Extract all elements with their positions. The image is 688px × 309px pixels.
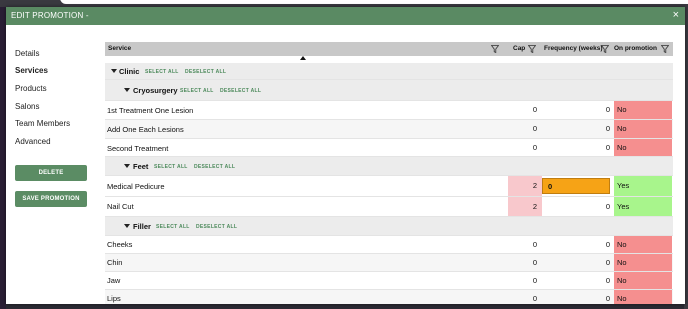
on-promotion-cell[interactable]: No [614,139,672,156]
chevron-down-icon[interactable] [124,88,130,92]
services-grid: Service Cap Frequency (weeks) On promoti… [105,32,673,304]
table-row[interactable]: Lips 0 0 No [105,290,673,304]
on-promotion-filter-icon[interactable] [661,45,669,53]
cap-cell[interactable]: 0 [508,290,542,304]
service-name: Chin [107,258,123,267]
save-promotion-button[interactable]: SAVE PROMOTION [15,191,87,207]
service-name: Jaw [107,276,121,285]
column-header-service[interactable]: Service [108,42,131,56]
service-name: Medical Pedicure [107,182,165,191]
on-promotion-cell[interactable]: No [614,236,672,253]
service-name: Cheeks [107,240,133,249]
cap-cell[interactable]: 0 [508,120,542,138]
frequency-input-value: 0 [548,182,553,191]
column-header-frequency[interactable]: Frequency (weeks) [544,42,603,56]
sort-ascending-icon[interactable] [300,56,306,60]
column-header-cap[interactable]: Cap [513,42,525,56]
frequency-cell[interactable]: 0 [542,197,614,216]
select-all-link[interactable]: SELECT ALL [154,164,188,170]
select-all-link[interactable]: SELECT ALL [156,224,190,230]
table-row[interactable]: Cheeks 0 0 No [105,236,673,254]
on-promotion-cell[interactable]: No [614,290,672,304]
group-name: Cryosurgery [133,86,178,95]
cap-cell[interactable]: 0 [508,139,542,156]
frequency-cell[interactable]: 0 [542,236,614,253]
frequency-cell[interactable]: 0 [542,101,614,119]
edit-promotion-dialog: EDIT PROMOTION - × Details Services Prod… [6,7,685,304]
group-name: Clinic [119,67,140,76]
chevron-down-icon[interactable] [124,164,130,168]
close-icon[interactable]: × [673,9,679,21]
chevron-down-icon[interactable] [111,69,117,73]
service-name: Add One Each Lesions [107,125,184,134]
sidebar-item-services[interactable]: Services [15,66,48,75]
on-promotion-cell[interactable]: No [614,254,672,271]
sidebar-item-advanced[interactable]: Advanced [15,137,51,146]
dialog-titlebar: EDIT PROMOTION - × [6,7,685,25]
address-bar-edge [60,0,688,4]
service-name: Lips [107,294,121,303]
on-promotion-cell[interactable]: Yes [614,176,672,196]
group-row-feet[interactable]: Feet SELECT ALL DESELECT ALL [105,157,673,176]
table-row[interactable]: Medical Pedicure 2 0 Yes [105,176,673,197]
group-row-cryosurgery[interactable]: Cryosurgery SELECT ALL DESELECT ALL [105,80,673,101]
group-name: Feet [133,162,149,171]
sidebar-item-team-members[interactable]: Team Members [15,119,70,128]
on-promotion-cell[interactable]: No [614,272,672,289]
chevron-down-icon[interactable] [124,224,130,228]
frequency-filter-icon[interactable] [601,45,609,53]
deselect-all-link[interactable]: DESELECT ALL [220,88,261,94]
frequency-cell[interactable]: 0 [542,272,614,289]
frequency-cell[interactable]: 0 [542,290,614,304]
table-row[interactable]: Nail Cut 2 0 Yes [105,197,673,217]
dialog-title: EDIT PROMOTION - [11,11,89,20]
cap-cell[interactable]: 0 [508,236,542,253]
sidebar-item-details[interactable]: Details [15,49,39,58]
delete-button[interactable]: DELETE [15,165,87,181]
service-name: 1st Treatment One Lesion [107,106,194,115]
frequency-cell[interactable]: 0 [542,120,614,138]
cap-filter-icon[interactable] [528,45,536,53]
sidebar-item-salons[interactable]: Salons [15,102,39,111]
browser-chrome [0,0,688,7]
service-name: Nail Cut [107,202,134,211]
on-promotion-cell[interactable]: No [614,101,672,119]
cap-cell[interactable]: 2 [508,176,542,196]
table-row[interactable]: 1st Treatment One Lesion 0 0 No [105,101,673,120]
cap-cell[interactable]: 0 [508,272,542,289]
on-promotion-cell[interactable]: Yes [614,197,672,216]
service-filter-icon[interactable] [491,45,499,53]
table-row[interactable]: Chin 0 0 No [105,254,673,272]
table-row[interactable]: Second Treatment 0 0 No [105,139,673,157]
deselect-all-link[interactable]: DESELECT ALL [196,224,237,230]
deselect-all-link[interactable]: DESELECT ALL [194,164,235,170]
column-header-on-promotion[interactable]: On promotion [614,42,657,56]
sidebar: Details Services Products Salons Team Me… [6,25,102,304]
table-row[interactable]: Jaw 0 0 No [105,272,673,290]
group-row-clinic[interactable]: Clinic SELECT ALL DESELECT ALL [105,63,673,80]
on-promotion-cell[interactable]: No [614,120,672,138]
frequency-cell[interactable]: 0 [542,254,614,271]
grid-header: Service Cap Frequency (weeks) On promoti… [105,42,673,56]
deselect-all-link[interactable]: DESELECT ALL [185,69,226,75]
group-row-filler[interactable]: Filler SELECT ALL DESELECT ALL [105,217,673,236]
sidebar-item-products[interactable]: Products [15,84,47,93]
service-name: Second Treatment [107,144,169,153]
select-all-link[interactable]: SELECT ALL [145,69,179,75]
table-row[interactable]: Add One Each Lesions 0 0 No [105,120,673,139]
frequency-input[interactable]: 0 [542,178,610,194]
cap-cell[interactable]: 0 [508,101,542,119]
select-all-link[interactable]: SELECT ALL [180,88,214,94]
group-name: Filler [133,222,151,231]
cap-cell[interactable]: 2 [508,197,542,216]
cap-cell[interactable]: 0 [508,254,542,271]
frequency-cell[interactable]: 0 [542,139,614,156]
